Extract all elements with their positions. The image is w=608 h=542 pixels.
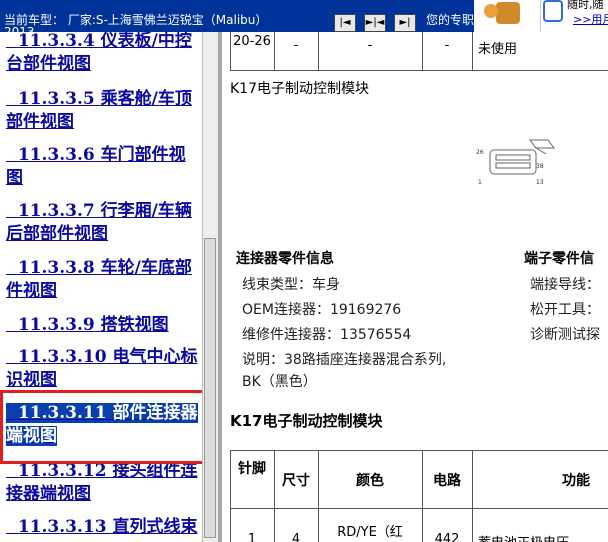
- harness-type: 线束类型：车身: [242, 277, 340, 293]
- annotation-highlight: [0, 390, 210, 464]
- connector-description: 说明：38路插座连接器混合系列,: [242, 352, 447, 368]
- toc-scrollbar-thumb[interactable]: [204, 238, 216, 538]
- toc-item[interactable]: 11.3.3.7 行李厢/车辆后部部件视图: [6, 200, 200, 246]
- content-panel: 20-26 - - - 未使用 K17电子制动控制模块 26 38 1 13 连…: [222, 32, 608, 542]
- connector-pin-label-1: 1: [478, 179, 482, 186]
- toc-item[interactable]: 11.3.3.9 搭铁视图: [6, 314, 200, 337]
- row1-circuit: 442: [434, 532, 460, 542]
- prev-row-size: -: [293, 38, 299, 53]
- toc-item[interactable]: 11.3.3.4 仪表板/中控台部件视图: [6, 32, 200, 76]
- connector-pin-label-26: 26: [476, 149, 484, 156]
- connector-pin-label-13: 13: [536, 179, 544, 186]
- diagnostic-probe: 诊断测试探: [530, 327, 600, 343]
- toc-item[interactable]: 11.3.3.5 乘客舱/车顶部件视图: [6, 88, 200, 134]
- oem-connector: OEM连接器：19169276: [242, 302, 402, 318]
- col-header-circuit: 电路: [433, 473, 461, 489]
- current-vehicle-label: 当前车型： 厂家:S-上海雪佛兰迈锐宝（Malibu）: [4, 13, 268, 27]
- terminal-wire: 端接导线：: [530, 277, 600, 293]
- toc-item[interactable]: 11.3.3.12 接头组件连接器端视图: [6, 460, 200, 506]
- release-tool: 松开工具：: [530, 302, 600, 318]
- row1-function: 蓄电池正极电压: [478, 532, 569, 542]
- row1-size: 4: [291, 532, 301, 542]
- toc-item[interactable]: 11.3.3.10 电气中心标识视图: [6, 346, 200, 392]
- prev-row-color: -: [367, 38, 373, 53]
- mascot-icon: [474, 0, 540, 32]
- pinout-title: K17电子制动控制模块: [230, 412, 383, 430]
- service-connector: 维修件连接器：13576554: [242, 327, 412, 343]
- col-header-pin: 针脚: [238, 461, 266, 477]
- pro-label: 您的专职: [426, 13, 475, 27]
- nav-middle-button[interactable]: ►|◄: [364, 14, 386, 32]
- prev-row-pin: 20-26: [233, 34, 271, 49]
- connector-info-heading: 连接器零件信息: [236, 251, 334, 267]
- nav-first-button[interactable]: |◄: [334, 14, 356, 32]
- module-title: K17电子制动控制模块: [230, 81, 369, 97]
- connector-color: BK（黑色）: [242, 374, 317, 390]
- toc-item[interactable]: 11.3.3.8 车轮/车底部件视图: [6, 257, 200, 303]
- toc-panel: 11.3.3.4 仪表板/中控台部件视图 11.3.3.5 乘客舱/车顶部件视图…: [0, 32, 202, 542]
- promo-box[interactable]: 随时,随 >>用月: [540, 0, 608, 32]
- nav-last-button[interactable]: ►|: [394, 14, 416, 32]
- connector-pin-label-38: 38: [536, 163, 544, 170]
- prev-row-circuit: -: [444, 38, 450, 53]
- prev-row-function: 未使用: [478, 42, 518, 57]
- col-header-function: 功能: [562, 473, 590, 489]
- toc-item[interactable]: 11.3.3.6 车门部件视图: [6, 144, 200, 190]
- connector-diagram-icon: 26 38 1 13: [476, 139, 555, 186]
- promo-icon: [543, 0, 563, 22]
- promo-link[interactable]: >>用月: [573, 11, 608, 27]
- row1-color: RD/YE（红: [337, 525, 403, 540]
- terminal-info-heading: 端子零件信: [524, 251, 594, 267]
- row1-pin: 1: [247, 532, 257, 542]
- toc-item[interactable]: 11.3.3.13 直列式线束: [6, 516, 200, 539]
- col-header-size: 尺寸: [282, 473, 310, 489]
- col-header-color: 颜色: [356, 473, 384, 489]
